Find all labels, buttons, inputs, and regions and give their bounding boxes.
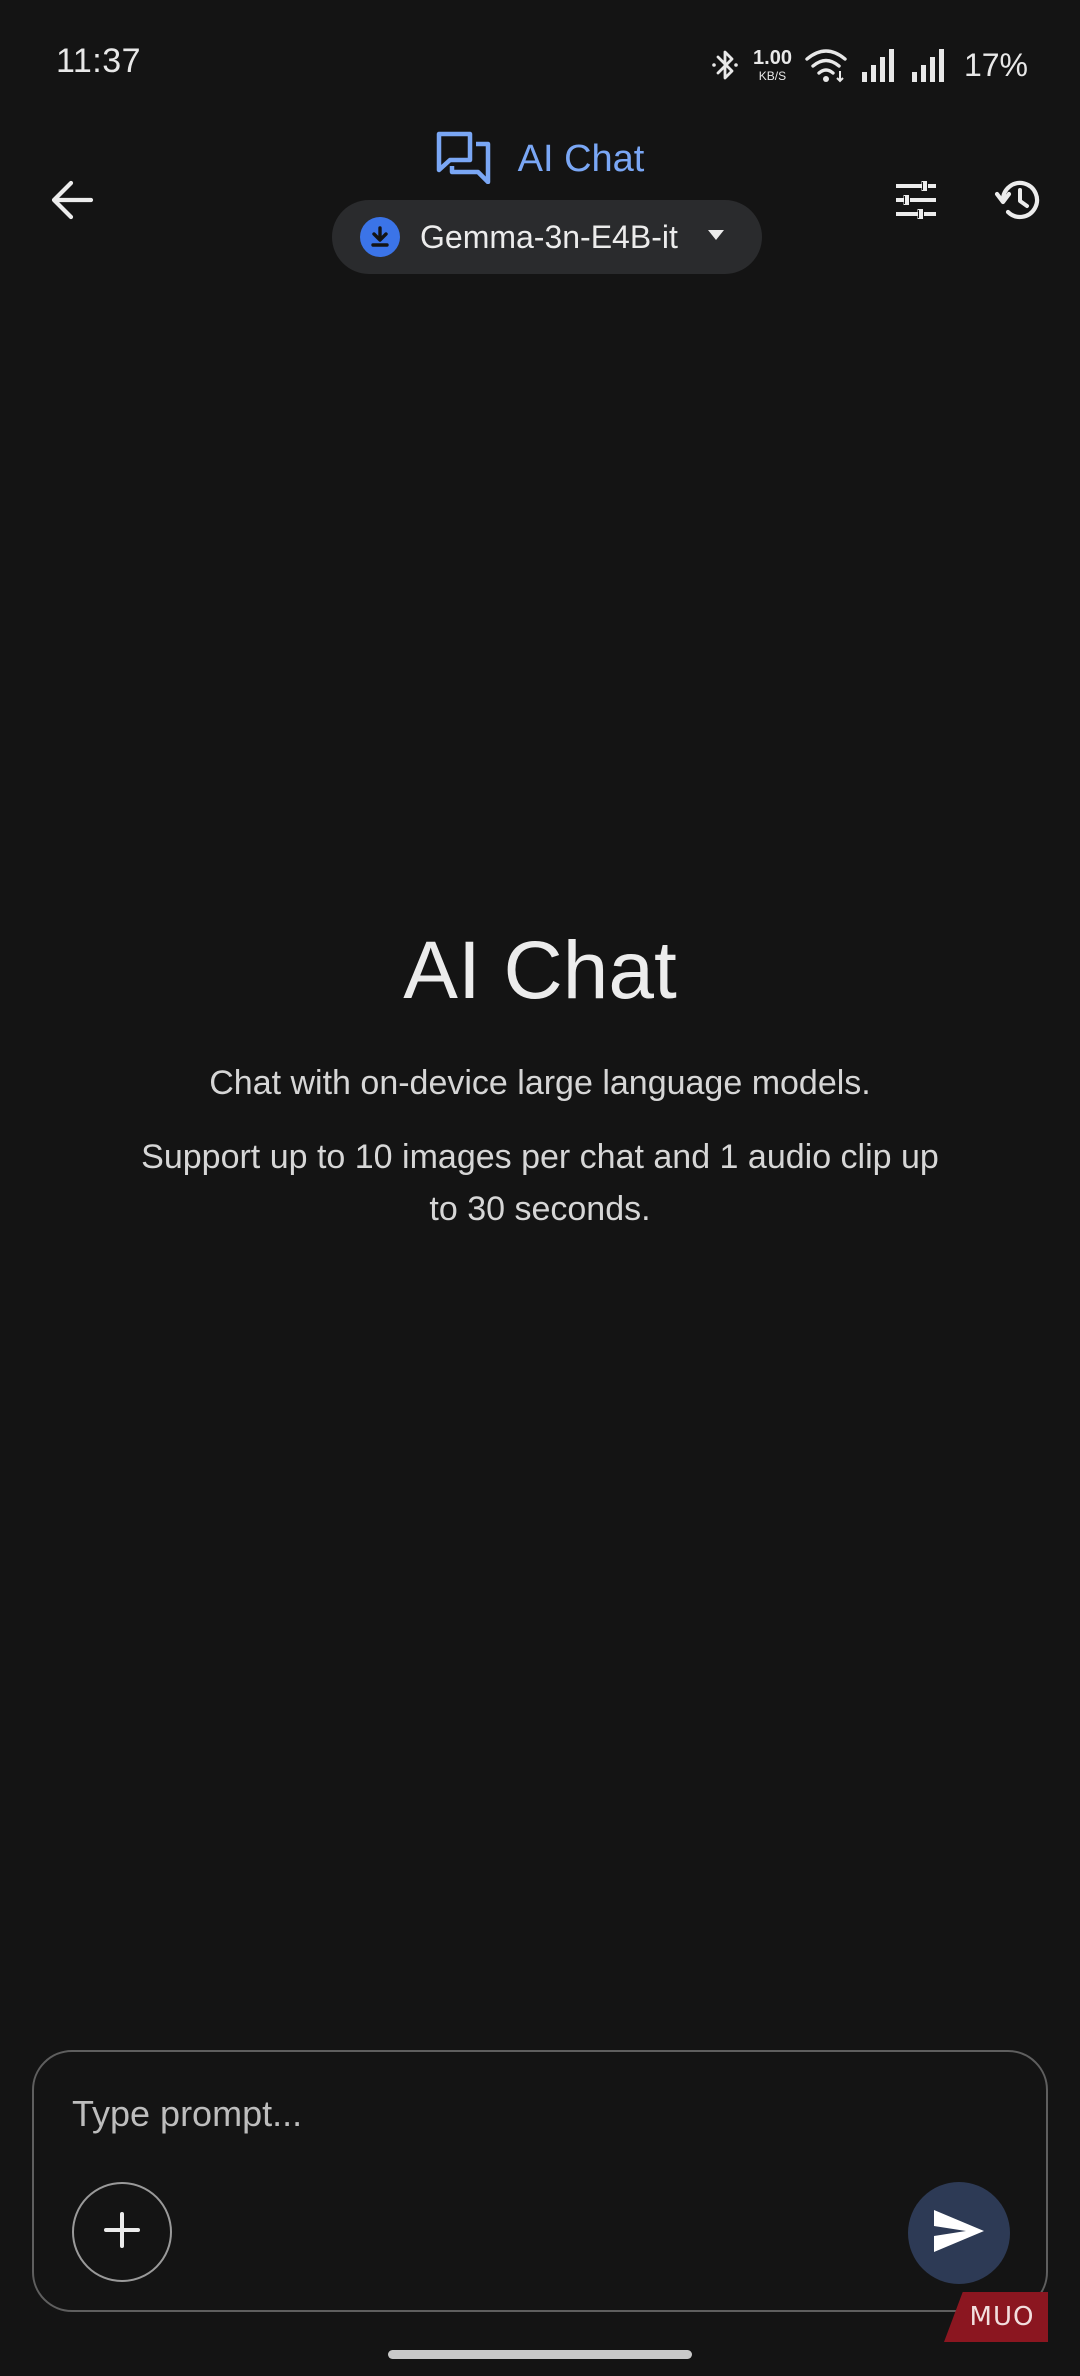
- download-icon: [360, 217, 400, 257]
- top-app-bar: AI Chat Gemma-3n-E4B-it: [0, 120, 1080, 290]
- wifi-icon: [804, 47, 848, 83]
- model-name: Gemma-3n-E4B-it: [420, 218, 678, 255]
- plus-icon: [102, 2210, 142, 2255]
- bluetooth-icon: [711, 47, 741, 83]
- forum-icon: [436, 130, 492, 189]
- settings-button[interactable]: [880, 170, 952, 234]
- network-speed-value: 1.00: [753, 47, 792, 69]
- intro-title: AI Chat: [403, 925, 677, 1016]
- caret-down-icon: [706, 228, 726, 247]
- network-speed: 1.00 KB/S: [753, 48, 792, 82]
- history-button[interactable]: [982, 170, 1054, 234]
- history-icon: [994, 176, 1042, 229]
- signal-icon: [910, 48, 948, 82]
- send-button[interactable]: [908, 2182, 1010, 2284]
- battery-level: 17%: [963, 46, 1028, 83]
- network-speed-unit: KB/S: [758, 69, 787, 83]
- intro-subtitle: Chat with on-device large language model…: [209, 1064, 871, 1102]
- empty-state: AI Chat Chat with on-device large langua…: [0, 930, 1080, 1235]
- prompt-composer: [32, 2050, 1048, 2312]
- home-indicator[interactable]: [388, 2350, 692, 2359]
- watermark-text: MUO: [969, 2302, 1035, 2332]
- app-title: AI Chat: [517, 138, 645, 180]
- prompt-input[interactable]: [70, 2078, 974, 2150]
- signal-icon: [860, 48, 898, 82]
- status-icons: 1.00 KB/S 17%: [711, 40, 1028, 90]
- tune-icon: [894, 180, 938, 225]
- intro-note: Support up to 10 images per chat and 1 a…: [141, 1138, 939, 1228]
- model-selector[interactable]: Gemma-3n-E4B-it: [332, 200, 762, 274]
- status-bar: 11:37 1.00 KB/S 17%: [0, 0, 1080, 130]
- add-attachment-button[interactable]: [72, 2182, 172, 2282]
- send-icon: [932, 2208, 986, 2259]
- status-time: 11:37: [56, 42, 142, 80]
